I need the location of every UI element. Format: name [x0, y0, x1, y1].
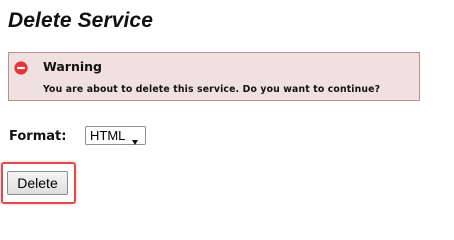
warning-box: Warning You are about to delete this ser… [8, 52, 420, 101]
error-circle-icon [14, 60, 28, 75]
chevron-down-icon [132, 133, 138, 145]
format-select-value: HTML [90, 128, 126, 143]
format-label: Format: [9, 129, 67, 144]
delete-button[interactable]: Delete [7, 171, 68, 195]
format-select[interactable]: HTML [85, 126, 146, 145]
warning-title: Warning [43, 59, 102, 74]
page-title: Delete Service [8, 9, 153, 32]
warning-message: You are about to delete this service. Do… [43, 84, 381, 95]
